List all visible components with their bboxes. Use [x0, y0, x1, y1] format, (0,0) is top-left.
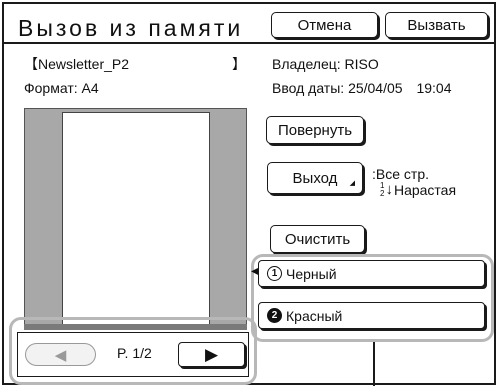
callout-pointer-line	[373, 342, 375, 386]
format-value: A4	[81, 80, 99, 96]
down-arrow-icon: ↓	[385, 181, 393, 198]
cancel-button[interactable]: Отмена	[271, 12, 378, 38]
next-page-button[interactable]: ▶	[178, 342, 245, 367]
prev-page-button[interactable]: ◀	[25, 343, 96, 366]
output-order-row: 1 2 ↓ Нарастая	[380, 181, 457, 199]
triangle-right-icon: ▶	[204, 344, 219, 364]
drum-button-black[interactable]: 1 Черный	[258, 260, 485, 287]
triangle-left-icon: ◀	[54, 346, 67, 364]
date-label: Ввод даты:	[272, 80, 345, 96]
format-info: Формат: A4	[24, 80, 99, 96]
output-pages-text: :Все стр.	[372, 166, 429, 182]
page-order-icon: 1 2	[380, 181, 385, 198]
preview-page-sheet	[62, 112, 210, 326]
drum-button-red[interactable]: 2 Красный	[258, 302, 485, 329]
page-title: Вызов из памяти	[18, 15, 244, 41]
drum-number-1-icon: 1	[267, 266, 282, 281]
date-value: 25/04/05	[348, 80, 403, 96]
drum-label: Красный	[286, 307, 343, 324]
format-label: Формат:	[24, 80, 78, 96]
date-info: Ввод даты: 25/04/05 19:04	[272, 80, 452, 96]
drum-label: Черный	[286, 265, 337, 282]
drum-number-2-icon: 2	[267, 308, 282, 323]
output-button[interactable]: Выход ◢	[267, 162, 363, 194]
document-name: 【Newsletter_P2	[24, 56, 129, 72]
document-name-bracket: 】	[232, 56, 246, 72]
output-button-label: Выход	[292, 169, 338, 187]
document-name-text: 【Newsletter_P2	[24, 56, 130, 72]
time-value: 19:04	[416, 80, 452, 96]
owner-label: Владелец:	[272, 56, 341, 72]
output-order-info: :Все стр. 1 2 ↓ Нарастая	[372, 166, 456, 198]
corner-indicator-icon: ◢	[349, 180, 355, 187]
clear-button[interactable]: Очистить	[270, 225, 365, 253]
rotate-button[interactable]: Повернуть	[266, 116, 364, 144]
recall-button[interactable]: Вызвать	[385, 12, 488, 38]
owner-info: Владелец: RISO	[272, 56, 379, 72]
page-preview	[24, 108, 247, 328]
page-indicator: P. 1/2	[117, 345, 152, 361]
owner-value: RISO	[344, 56, 379, 72]
output-order-text: Нарастая	[393, 182, 457, 198]
